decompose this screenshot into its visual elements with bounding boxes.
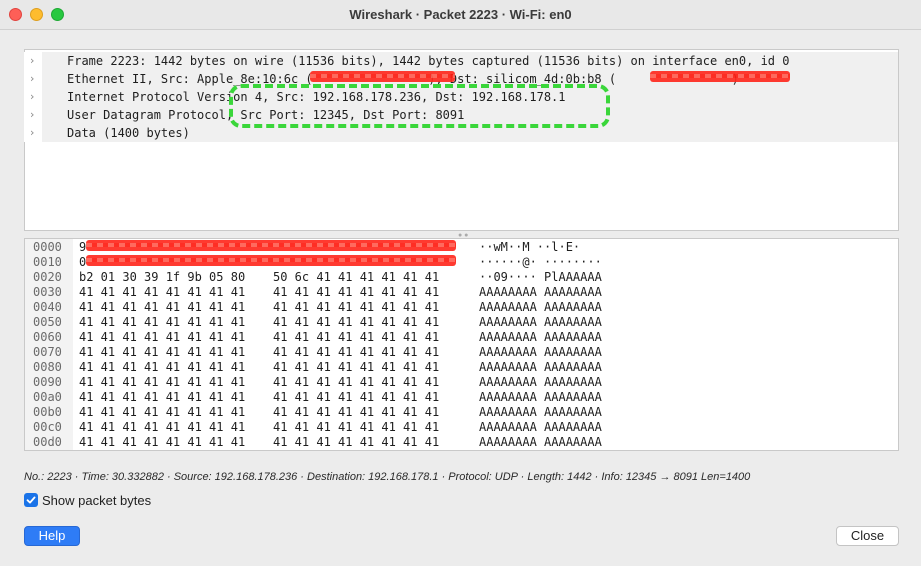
redaction-mark [86,240,456,251]
chevron-right-icon[interactable]: › [30,124,40,142]
redaction-mark [86,255,456,266]
hex-ascii[interactable]: ··wM··M ··l·E· [479,240,580,255]
hex-offset: 0070 [33,345,62,359]
hex-bytes[interactable]: 41 41 41 41 41 41 41 41 [273,420,439,435]
hex-bytes[interactable]: 41 41 41 41 41 41 41 41 [79,435,245,450]
hex-offset: 0020 [33,270,62,284]
hex-bytes[interactable]: b2 01 30 39 1f 9b 05 80 [79,270,245,285]
hex-bytes[interactable]: 41 41 41 41 41 41 41 41 [273,405,439,420]
hex-offset: 0040 [33,300,62,314]
hex-offset: 0060 [33,330,62,344]
hex-ascii[interactable]: AAAAAAAA AAAAAAAA [479,300,602,315]
show-packet-bytes-option[interactable]: Show packet bytes [24,492,151,508]
title-bar[interactable]: Wireshark · Packet 2223 · Wi-Fi: en0 [0,0,921,30]
hex-bytes[interactable]: 50 6c 41 41 41 41 41 41 [273,270,439,285]
hex-offset: 00b0 [33,405,62,419]
hex-ascii[interactable]: AAAAAAAA AAAAAAAA [479,405,602,420]
hex-offset: 0010 [33,255,62,269]
show-packet-bytes-checkbox[interactable] [24,493,38,507]
show-packet-bytes-label[interactable]: Show packet bytes [42,493,151,508]
packet-window: Wireshark · Packet 2223 · Wi-Fi: en0 › Fr… [0,0,921,566]
hex-offset: 0000 [33,240,62,254]
hex-offset: 0090 [33,375,62,389]
hex-bytes[interactable]: 41 41 41 41 41 41 41 41 [79,375,245,390]
hex-offset: 00d0 [33,435,62,449]
hex-bytes[interactable]: 41 41 41 41 41 41 41 41 [273,315,439,330]
hex-offset: 0080 [33,360,62,374]
hex-bytes[interactable]: 41 41 41 41 41 41 41 41 [79,285,245,300]
hex-bytes[interactable]: 41 41 41 41 41 41 41 41 [79,315,245,330]
chevron-right-icon[interactable]: › [30,106,40,124]
hex-bytes[interactable]: 41 41 41 41 41 41 41 41 [79,300,245,315]
chevron-right-icon[interactable]: › [30,52,40,70]
hex-ascii[interactable]: AAAAAAAA AAAAAAAA [479,330,602,345]
checkmark-icon [26,496,36,504]
chevron-right-icon[interactable]: › [30,88,40,106]
packet-summary-status: No.: 2223 · Time: 30.332882 · Source: 19… [24,471,751,483]
packet-bytes-pane[interactable]: 0000 9 ··wM··M ··l·E· 0010 0 ······@· ······… [24,238,899,451]
hex-ascii[interactable]: ······@· ········ [479,255,602,270]
hex-ascii[interactable]: AAAAAAAA AAAAAAAA [479,315,602,330]
hex-bytes[interactable]: 41 41 41 41 41 41 41 41 [79,420,245,435]
redaction-mark [650,71,790,82]
hex-offset: 0050 [33,315,62,329]
highlight-annotation [229,84,610,128]
hex-ascii[interactable]: ··09···· PlAAAAAA [479,270,602,285]
hex-ascii[interactable]: AAAAAAAA AAAAAAAA [479,390,602,405]
hex-bytes[interactable]: 41 41 41 41 41 41 41 41 [79,360,245,375]
tree-item-label: Frame 2223: 1442 bytes on wire (11536 bi… [67,54,790,68]
hex-bytes[interactable]: 41 41 41 41 41 41 41 41 [273,360,439,375]
hex-bytes[interactable]: 41 41 41 41 41 41 41 41 [273,330,439,345]
hex-bytes[interactable]: 41 41 41 41 41 41 41 41 [273,390,439,405]
window-title: Wireshark · Packet 2223 · Wi-Fi: en0 [349,7,572,22]
hex-ascii[interactable]: AAAAAAAA AAAAAAAA [479,345,602,360]
hex-offset: 0030 [33,285,62,299]
help-button[interactable]: Help [24,526,80,546]
hex-bytes[interactable]: 41 41 41 41 41 41 41 41 [273,300,439,315]
tree-item-label: Data (1400 bytes) [67,126,190,140]
hex-bytes[interactable]: 41 41 41 41 41 41 41 41 [273,285,439,300]
chevron-right-icon[interactable]: › [30,70,40,88]
hex-ascii[interactable]: AAAAAAAA AAAAAAAA [479,375,602,390]
hex-offset: 00a0 [33,390,62,404]
hex-bytes[interactable]: 41 41 41 41 41 41 41 41 [273,435,439,450]
redaction-mark [310,71,455,82]
hex-offset: 00c0 [33,420,62,434]
hex-bytes[interactable]: 41 41 41 41 41 41 41 41 [273,375,439,390]
hex-ascii[interactable]: AAAAAAAA AAAAAAAA [479,420,602,435]
hex-ascii[interactable]: AAAAAAAA AAAAAAAA [479,360,602,375]
hex-bytes[interactable]: 41 41 41 41 41 41 41 41 [79,345,245,360]
hex-bytes[interactable]: 41 41 41 41 41 41 41 41 [79,405,245,420]
tree-item-frame[interactable]: › Frame 2223: 1442 bytes on wire (11536 b… [24,52,898,70]
hex-bytes[interactable]: 41 41 41 41 41 41 41 41 [273,345,439,360]
hex-bytes[interactable]: 41 41 41 41 41 41 41 41 [79,390,245,405]
close-button[interactable]: Close [836,526,899,546]
hex-ascii[interactable]: AAAAAAAA AAAAAAAA [479,435,602,450]
hex-bytes[interactable]: 41 41 41 41 41 41 41 41 [79,330,245,345]
hex-ascii[interactable]: AAAAAAAA AAAAAAAA [479,285,602,300]
